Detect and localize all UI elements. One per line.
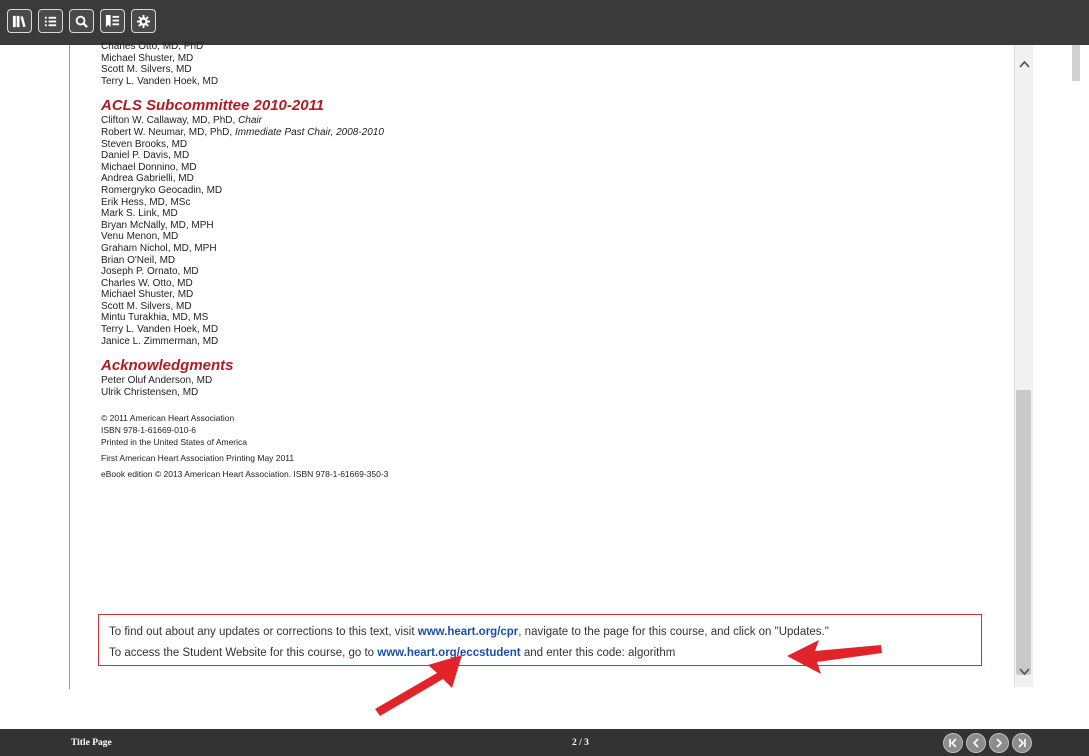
- list-item: Michael Shuster, MD: [101, 289, 194, 301]
- list-item: Mintu Turakhia, MD, MS: [101, 312, 209, 324]
- list-item: Janice L. Zimmerman, MD: [101, 335, 219, 347]
- acls-member-list: Clifton W. Callaway, MD, PhD, Chair Robe…: [101, 115, 981, 347]
- list-item: Robert W. Neumar, MD, PhD, Immediate Pas…: [101, 127, 981, 139]
- copyright-block: © 2011 American Heart Association ISBN 9…: [101, 412, 981, 480]
- table-of-contents-button[interactable]: [38, 9, 63, 33]
- page-left-edge: [69, 45, 70, 689]
- first-page-button[interactable]: [943, 733, 963, 753]
- member-name: Clifton W. Callaway, MD, PhD,: [101, 115, 239, 127]
- chapter-title: Title Page: [71, 738, 112, 748]
- list-item: Terry L. Vanden Hoek, MD: [101, 75, 219, 87]
- list-icon: [44, 16, 57, 26]
- list-item: Mark S. Link, MD: [101, 208, 178, 220]
- page-scrollbar[interactable]: [1014, 45, 1033, 687]
- printed-line: Printed in the United States of America: [101, 437, 247, 448]
- list-item: Scott M. Silvers, MD: [101, 300, 192, 312]
- copyright-line: © 2011 American Heart Association: [101, 413, 235, 424]
- bookmarks-button[interactable]: [100, 9, 125, 33]
- member-role: Chair: [238, 115, 262, 127]
- cpr-link[interactable]: www.heart.org/cpr: [418, 626, 519, 638]
- scroll-thumb[interactable]: [1016, 390, 1031, 675]
- books-icon: [12, 15, 26, 27]
- list-item: Joseph P. Ornato, MD: [101, 266, 199, 278]
- search-button[interactable]: [69, 9, 94, 33]
- list-item: Venu Menon, MD: [101, 231, 179, 243]
- page-indicator: 2 / 3: [572, 738, 589, 748]
- chevron-down-icon: [1018, 668, 1030, 676]
- top-toolbar: [0, 0, 1089, 45]
- list-item: Peter Oluf Anderson, MD: [101, 375, 213, 387]
- list-item: Andrea Gabrielli, MD: [101, 173, 194, 185]
- acknowledgments-list: Peter Oluf Anderson, MD Ulrik Christense…: [101, 375, 981, 398]
- settings-button[interactable]: [131, 9, 156, 33]
- search-icon: [75, 15, 88, 28]
- skip-first-icon: [949, 738, 957, 748]
- page-edge-shadow: [1072, 45, 1080, 81]
- bookmark-list-icon: [105, 14, 120, 27]
- name-list-top: Charles Otto, MD, PhD Michael Shuster, M…: [101, 41, 981, 87]
- list-item: Clifton W. Callaway, MD, PhD, Chair: [101, 115, 981, 127]
- notice-text: To find out about any updates or correct…: [109, 626, 418, 638]
- list-item: Graham Nichol, MD, MPH: [101, 242, 217, 254]
- isbn-line: ISBN 978-1-61669-010-6: [101, 425, 196, 436]
- member-role: Immediate Past Chair, 2008-2010: [234, 126, 384, 138]
- list-item: Charles W. Otto, MD: [101, 277, 193, 289]
- scroll-up-button[interactable]: [1016, 57, 1032, 71]
- skip-last-icon: [1018, 738, 1026, 748]
- list-item: Daniel P. Davis, MD: [101, 150, 190, 162]
- list-item: Steven Brooks, MD: [101, 138, 188, 150]
- chevron-left-icon: [972, 738, 979, 748]
- member-name: Robert W. Neumar, MD, PhD,: [101, 126, 235, 138]
- bottom-navigation-bar: Title Page 2 / 3: [0, 729, 1089, 756]
- list-item: Charles Otto, MD, PhD: [101, 41, 204, 52]
- list-item: Erik Hess, MD, MSc: [101, 196, 191, 208]
- list-item: Ulrik Christensen, MD: [101, 386, 199, 398]
- list-item: Terry L. Vanden Hoek, MD: [101, 324, 219, 336]
- list-item: Brian O'Neil, MD: [101, 254, 176, 266]
- notice-text: To access the Student Website for this c…: [109, 647, 378, 659]
- chevron-up-icon: [1018, 60, 1030, 68]
- chevron-right-icon: [996, 738, 1003, 748]
- section-title-acls: ACLS Subcommittee 2010-2011: [101, 97, 325, 115]
- scroll-down-button[interactable]: [1016, 665, 1032, 679]
- bookshelf-button[interactable]: [7, 9, 32, 33]
- last-page-button[interactable]: [1012, 733, 1032, 753]
- next-page-button[interactable]: [989, 733, 1009, 753]
- printing-line: First American Heart Association Printin…: [101, 453, 295, 464]
- previous-page-button[interactable]: [966, 733, 986, 753]
- annotation-arrow-icon: [375, 655, 462, 716]
- notice-text: and enter this code: algorithm: [520, 647, 676, 659]
- annotation-arrow-icon: [787, 640, 882, 674]
- book-page: Charles Otto, MD, PhD Michael Shuster, M…: [101, 41, 981, 480]
- list-item: Scott M. Silvers, MD: [101, 64, 192, 76]
- ebook-edition-line: eBook edition © 2013 American Heart Asso…: [101, 469, 389, 480]
- list-item: Romergryko Geocadin, MD: [101, 184, 223, 196]
- list-item: Bryan McNally, MD, MPH: [101, 219, 214, 231]
- list-item: Michael Shuster, MD: [101, 52, 194, 64]
- section-title-acknowledgments: Acknowledgments: [101, 357, 234, 375]
- gear-icon: [136, 14, 151, 28]
- list-item: Michael Donnino, MD: [101, 161, 197, 173]
- notice-text: , navigate to the page for this course, …: [518, 626, 829, 638]
